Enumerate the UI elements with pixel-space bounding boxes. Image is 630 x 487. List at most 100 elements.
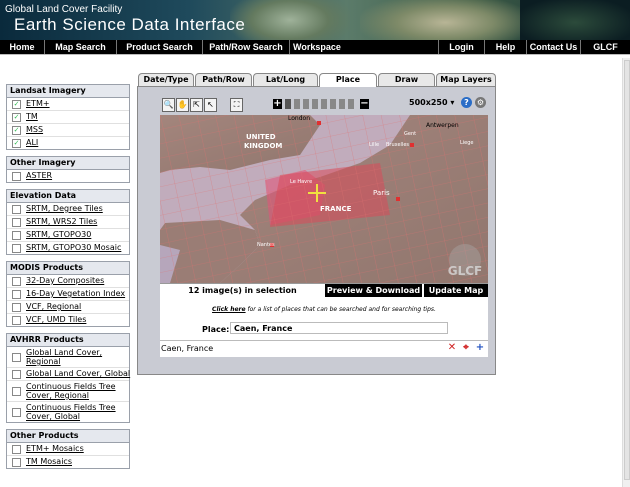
zoom-level-segment[interactable] <box>312 99 318 109</box>
checkbox-checked[interactable]: ✓ <box>12 126 21 135</box>
tab-place[interactable]: Place <box>319 73 377 87</box>
zoom-level-segment[interactable] <box>321 99 327 109</box>
nav-home[interactable]: Home <box>0 40 45 54</box>
list-item[interactable]: ✓ MSS <box>7 124 129 137</box>
place-result-text: Caen, France <box>161 344 214 353</box>
tips-link[interactable]: Click here <box>212 306 246 313</box>
checkbox[interactable] <box>12 408 21 417</box>
list-item[interactable]: TM Mosaics <box>7 456 129 468</box>
tab-draw[interactable]: Draw <box>378 73 435 86</box>
list-item[interactable]: SRTM, GTOPO30 Mosaic <box>7 242 129 254</box>
zoom-level-segment[interactable] <box>348 99 354 109</box>
group-title: AVHRR Products <box>7 334 129 347</box>
scrollbar-thumb[interactable] <box>624 60 630 480</box>
checkbox[interactable] <box>12 218 21 227</box>
place-input[interactable]: Caen, France <box>230 322 448 334</box>
nav-path-row-search[interactable]: Path/Row Search <box>203 40 290 54</box>
full-extent-icon[interactable]: ⛶ <box>230 98 243 112</box>
nav-contact-us[interactable]: Contact Us <box>526 40 580 54</box>
list-item[interactable]: Global Land Cover, Regional <box>7 347 129 368</box>
nav-login[interactable]: Login <box>438 40 484 54</box>
select-tool-icon[interactable]: ⇱ <box>190 98 203 112</box>
list-item[interactable]: ✓ ALI <box>7 137 129 149</box>
help-icon[interactable]: ? <box>461 97 472 108</box>
checkbox[interactable] <box>12 244 21 253</box>
list-item[interactable]: 32-Day Composites <box>7 275 129 288</box>
pan-tool-icon[interactable]: ✋ <box>176 98 189 112</box>
map-label-nantes: Nantes <box>257 242 275 248</box>
checkbox[interactable] <box>12 370 21 379</box>
checkbox[interactable] <box>12 172 21 181</box>
tab-date-type[interactable]: Date/Type <box>138 73 194 86</box>
checkbox-checked[interactable]: ✓ <box>12 139 21 148</box>
list-item[interactable]: Continuous Fields Tree Cover, Regional <box>7 381 129 402</box>
checkbox[interactable] <box>12 353 21 362</box>
remove-icon[interactable]: ✕ <box>447 343 457 353</box>
list-item[interactable]: ✓ ETM+ <box>7 98 129 111</box>
checkbox[interactable] <box>12 316 21 325</box>
nav-glcf[interactable]: GLCF <box>580 40 630 54</box>
crosshair-icon[interactable]: ⌖ <box>461 343 471 353</box>
group-modis: MODIS Products 32-Day Composites 16-Day … <box>6 261 130 327</box>
site-title: Earth Science Data Interface <box>14 15 246 34</box>
place-result-row[interactable]: Caen, France ✕ ⌖ + <box>160 340 488 357</box>
list-item[interactable]: ETM+ Mosaics <box>7 443 129 456</box>
checkbox[interactable] <box>12 387 21 396</box>
list-item[interactable]: Global Land Cover, Global <box>7 368 130 381</box>
nav-product-search[interactable]: Product Search <box>117 40 203 54</box>
list-item[interactable]: SRTM, GTOPO30 <box>7 229 129 242</box>
list-item[interactable]: ✓ TM <box>7 111 129 124</box>
map-label-bruxelles: Bruxelles <box>386 142 409 148</box>
checkbox[interactable] <box>12 290 21 299</box>
update-map-button[interactable]: Update Map <box>424 284 488 298</box>
map-label-gent: Gent <box>404 131 416 137</box>
list-item[interactable]: SRTM, Degree Tiles <box>7 203 129 216</box>
tab-lat-long[interactable]: Lat/Long <box>253 73 318 86</box>
main-nav: Home Map Search Product Search Path/Row … <box>0 40 630 54</box>
org-name: Global Land Cover Facility <box>5 4 123 15</box>
tab-path-row[interactable]: Path/Row <box>195 73 252 86</box>
checkbox[interactable] <box>12 303 21 312</box>
nav-workspace[interactable]: Workspace <box>290 40 350 54</box>
checkbox[interactable] <box>12 231 21 240</box>
selection-count: 12 image(s) in selection <box>188 286 297 295</box>
zoom-level-segment[interactable] <box>303 99 309 109</box>
pointer-tool-icon[interactable]: ↖ <box>204 98 217 112</box>
checkbox[interactable] <box>12 205 21 214</box>
place-search-form: Click here for a list of places that can… <box>160 297 488 340</box>
zoom-in-icon[interactable]: + <box>273 99 282 109</box>
checkbox-checked[interactable]: ✓ <box>12 113 21 122</box>
zoom-level-segment[interactable] <box>339 99 345 109</box>
list-item[interactable]: Continuous Fields Tree Cover, Global <box>7 402 129 422</box>
zoom-level-segment[interactable] <box>294 99 300 109</box>
list-item[interactable]: ASTER <box>7 170 129 182</box>
tab-map-layers[interactable]: Map Layers <box>436 73 496 86</box>
group-title: Other Imagery <box>7 157 129 170</box>
zoom-level-segment[interactable] <box>285 99 291 109</box>
list-item[interactable]: VCF, Regional <box>7 301 129 314</box>
zoom-out-icon[interactable]: − <box>360 99 369 109</box>
checkbox[interactable] <box>12 445 21 454</box>
zoom-tool-icon[interactable]: 🔍 <box>162 98 175 112</box>
list-item[interactable]: SRTM, WRS2 Tiles <box>7 216 129 229</box>
page-scrollbar[interactable] <box>622 58 630 487</box>
checkbox-checked[interactable]: ✓ <box>12 100 21 109</box>
preview-download-button[interactable]: Preview & Download <box>325 284 422 298</box>
list-item[interactable]: VCF, UMD Tiles <box>7 314 129 326</box>
nav-map-search[interactable]: Map Search <box>45 40 117 54</box>
place-label: Place: <box>202 325 230 334</box>
map-toolbar: 🔍 ✋ ⇱ ↖ ⛶ + − 500x250 ▾ ? ⚙ <box>160 97 488 115</box>
map-view[interactable]: GLCF London Antwerpen Gent UNITED KINGDO… <box>160 115 488 283</box>
product-sidebar: Landsat Imagery ✓ ETM+ ✓ TM ✓ MSS ✓ ALI Othe… <box>6 84 130 475</box>
checkbox[interactable] <box>12 458 21 467</box>
zoom-level-segment[interactable] <box>330 99 336 109</box>
site-header: Global Land Cover Facility Earth Science… <box>0 0 630 40</box>
nav-help[interactable]: Help <box>484 40 526 54</box>
settings-icon[interactable]: ⚙ <box>475 97 486 108</box>
list-item[interactable]: 16-Day Vegetation Index <box>7 288 129 301</box>
add-icon[interactable]: + <box>475 343 485 353</box>
map-label-uk-1: UNITED <box>246 133 276 141</box>
map-size-select[interactable]: 500x250 ▾ <box>409 98 454 107</box>
map-label-paris: Paris <box>373 189 390 197</box>
checkbox[interactable] <box>12 277 21 286</box>
